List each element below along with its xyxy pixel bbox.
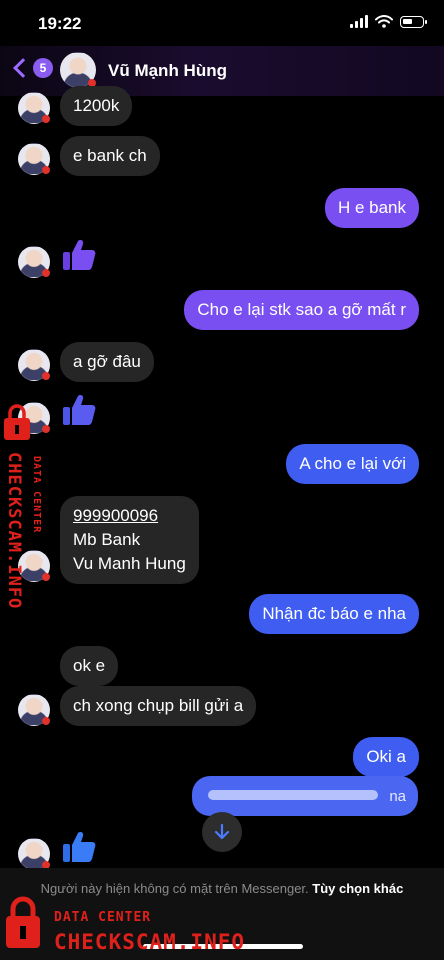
message-incoming[interactable]: e bank ch (60, 136, 160, 176)
thumbs-up-icon[interactable] (62, 830, 96, 864)
message-outgoing[interactable]: Cho e lại stk sao a gỡ mất r (184, 290, 419, 330)
sender-avatar[interactable] (18, 246, 50, 278)
back-button[interactable]: 5 (12, 58, 53, 78)
message-incoming[interactable]: ch xong chụp bill gửi a (60, 686, 257, 726)
contact-name[interactable]: Vũ Mạnh Hùng (108, 61, 227, 81)
redaction-mark (208, 790, 378, 800)
unread-badge: 5 (33, 58, 53, 78)
message-outgoing[interactable]: Nhận đc báo e nha (249, 594, 419, 634)
status-bar: 19:22 (0, 0, 444, 46)
message-outgoing[interactable]: A cho e lại với (286, 444, 419, 484)
status-time: 19:22 (38, 14, 82, 33)
watermark-bottom-label: DATA CENTER (54, 910, 152, 925)
arrow-down-icon (214, 823, 230, 840)
message-incoming[interactable]: a gỡ đâu (60, 342, 154, 382)
message-outgoing[interactable]: H e bank (324, 188, 419, 228)
wifi-icon (375, 15, 393, 28)
back-chevron-icon (13, 58, 33, 78)
message-incoming[interactable]: 1200k (60, 86, 133, 126)
more-options-link[interactable]: Tùy chọn khác (312, 881, 403, 896)
thumbs-up-icon[interactable] (62, 238, 96, 272)
chat-header: 5 Vũ Mạnh Hùng (0, 46, 444, 96)
message-outgoing-redacted[interactable]: na (192, 776, 418, 816)
watermark-side-site: CHECKSCAM.INFO (4, 452, 24, 610)
thumbs-up-icon[interactable] (62, 393, 96, 427)
watermark-side-label: DATA CENTER (31, 456, 42, 534)
signal-icon (350, 15, 368, 28)
sender-avatar[interactable] (18, 143, 50, 175)
sender-avatar[interactable] (18, 694, 50, 726)
lock-icon (4, 404, 30, 440)
account-holder: Vu Manh Hung (73, 554, 186, 573)
battery-icon (400, 15, 427, 28)
account-number[interactable]: 999900096 (73, 504, 186, 528)
message-outgoing[interactable]: Oki a (353, 737, 419, 777)
scroll-to-bottom-button[interactable] (202, 812, 242, 852)
sender-avatar[interactable] (18, 838, 50, 870)
sender-avatar[interactable] (18, 92, 50, 124)
message-incoming[interactable]: ok e (60, 646, 119, 686)
bank-name: Mb Bank (73, 530, 141, 549)
message-incoming-account[interactable]: 999900096 Mb Bank Vu Manh Hung (60, 496, 199, 584)
sender-avatar[interactable] (18, 349, 50, 381)
message-tail-text: na (389, 788, 406, 805)
system-icons (350, 15, 427, 28)
lock-icon (6, 896, 40, 948)
contact-avatar[interactable] (60, 52, 96, 88)
watermark-bottom-site: CHECKSCAM.INFO (54, 930, 246, 954)
